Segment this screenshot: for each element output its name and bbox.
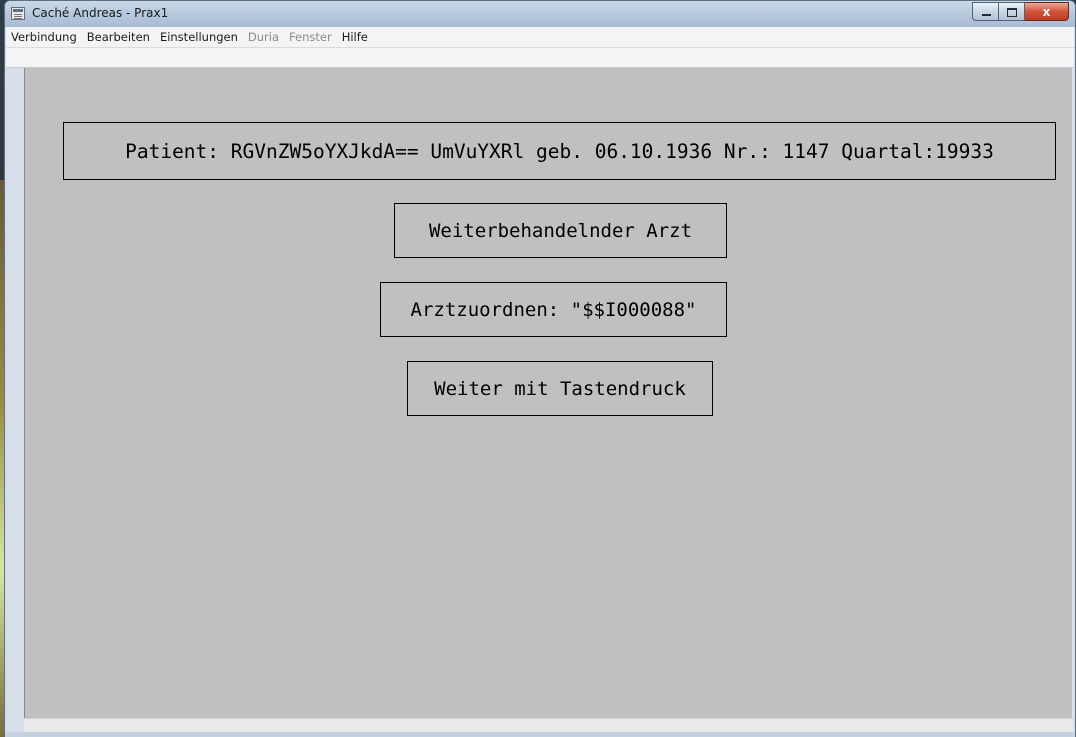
window-bottom-border [5, 732, 1075, 737]
terminal-screen[interactable]: Patient: RGVnZW5oYXJkdA== UmVuYXRl geb. … [24, 68, 1073, 718]
app-icon[interactable] [11, 7, 25, 20]
minimize-button[interactable] [972, 2, 999, 21]
menu-hilfe[interactable]: Hilfe [337, 30, 373, 44]
menu-verbindung[interactable]: Verbindung [6, 30, 82, 44]
window-title: Caché Andreas - Prax1 [32, 6, 169, 20]
doctor-assignment: Arztzuordnen: "$$I000088" [380, 282, 727, 337]
minimize-icon [982, 14, 991, 16]
patient-info-box: Patient: RGVnZW5oYXJkdA== UmVuYXRl geb. … [63, 122, 1056, 180]
menu-separator [6, 47, 1074, 48]
app-window: Caché Andreas - Prax1 x Verbindung Bearb… [4, 0, 1076, 737]
menu-row: Verbindung Bearbeiten Einstellungen Duri… [6, 27, 373, 46]
menu-duria[interactable]: Duria [243, 30, 284, 44]
close-button[interactable]: x [1025, 2, 1069, 21]
maximize-icon [1007, 8, 1017, 17]
menu-bearbeiten[interactable]: Bearbeiten [82, 30, 155, 44]
title-bar[interactable]: Caché Andreas - Prax1 x [5, 1, 1075, 27]
horizontal-scrollbar[interactable] [24, 718, 1073, 732]
maximize-button[interactable] [999, 2, 1025, 21]
caption-buttons: x [972, 2, 1069, 21]
menu-einstellungen[interactable]: Einstellungen [155, 30, 243, 44]
menu-bar: Verbindung Bearbeiten Einstellungen Duri… [6, 27, 1074, 68]
menu-fenster[interactable]: Fenster [284, 30, 337, 44]
close-icon: x [1042, 4, 1051, 19]
continue-prompt[interactable]: Weiter mit Tastendruck [407, 361, 713, 416]
screen-heading: Weiterbehandelnder Arzt [394, 203, 727, 258]
